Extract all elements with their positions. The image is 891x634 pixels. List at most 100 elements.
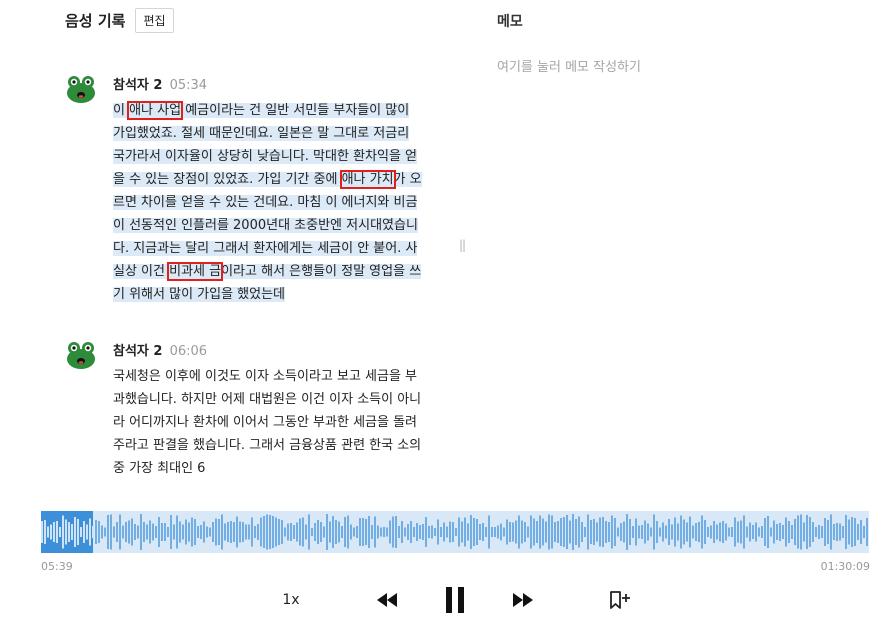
waveform-bar — [614, 518, 616, 546]
pause-button[interactable] — [440, 583, 470, 617]
rewind-button[interactable] — [372, 583, 402, 617]
audio-waveform[interactable] — [41, 511, 869, 553]
waveform-bar — [356, 526, 358, 538]
waveform-bar — [503, 527, 505, 537]
waveform-bar — [263, 516, 265, 548]
waveform-bar — [662, 522, 664, 542]
waveform-bar — [692, 525, 694, 539]
playback-speed-button[interactable]: 1x — [276, 583, 306, 617]
waveform-bar — [368, 516, 370, 548]
waveform-bar — [185, 519, 187, 545]
waveform-bar — [536, 521, 538, 543]
waveform-bar — [416, 523, 418, 541]
waveform-bar — [209, 527, 211, 537]
waveform-bar — [419, 525, 421, 539]
waveform-bar — [773, 520, 775, 544]
waveform-bar — [314, 523, 316, 541]
waveform-bar — [224, 523, 226, 541]
waveform-bar — [608, 522, 610, 542]
waveform-bar — [824, 518, 826, 546]
waveform-bar — [485, 527, 487, 537]
waveform-bar — [413, 527, 415, 537]
waveform-bar — [665, 525, 667, 539]
waveform-bar — [836, 523, 838, 541]
waveform-bar — [278, 519, 280, 545]
waveform-bar — [377, 525, 379, 539]
waveform-bar — [620, 523, 622, 541]
segment-text[interactable]: 국세청은 이후에 이것도 이자 소득이라고 보고 세금을 부과했습니다. 하지만… — [113, 365, 423, 480]
waveform-bar — [305, 524, 307, 540]
waveform-bar — [707, 527, 709, 537]
waveform-bar — [194, 519, 196, 545]
waveform-bar — [842, 526, 844, 538]
add-bookmark-button[interactable] — [604, 583, 634, 617]
speaker-line: 참석자 2 06:06 — [113, 336, 440, 362]
panel-resize-handle[interactable]: || — [459, 238, 466, 252]
highlighted-text: 가 오르면 차이를 얻을 수 있는 건데요. 마침 이 에너지와 비금이 선동적… — [113, 172, 422, 279]
waveform-bar — [569, 520, 571, 544]
waveform-bar — [242, 522, 244, 542]
edit-button[interactable]: 편집 — [135, 8, 174, 33]
transcript-segment: 참석자 2 06:06 국세청은 이후에 이것도 이자 소득이라고 보고 세금을… — [60, 336, 440, 480]
transcript-header: 음성 기록 편집 — [65, 8, 174, 33]
waveform-bar — [206, 526, 208, 538]
waveform-bar — [671, 524, 673, 540]
segment-timestamp[interactable]: 06:06 — [170, 344, 207, 359]
waveform-bar — [257, 524, 259, 540]
waveform-bar — [137, 525, 139, 539]
waveform-bar — [335, 520, 337, 544]
waveform-bar — [776, 524, 778, 540]
waveform-bar — [827, 520, 829, 544]
waveform-bar — [818, 525, 820, 539]
waveform-bar — [80, 527, 82, 537]
waveform-bar — [611, 515, 613, 549]
waveform-bar — [347, 515, 349, 549]
memo-input[interactable]: 여기를 눌러 메모 작성하기 — [497, 56, 641, 75]
waveform-bar — [626, 514, 628, 550]
waveform-bar — [425, 517, 427, 547]
waveform-bar — [56, 521, 58, 543]
waveform-bar — [548, 514, 550, 550]
waveform-bar — [680, 515, 682, 549]
waveform-bar — [686, 522, 688, 542]
waveform-bar — [98, 521, 100, 543]
waveform-bar — [515, 520, 517, 544]
waveform-bar — [740, 520, 742, 544]
transcript-title: 음성 기록 — [65, 12, 126, 30]
waveform-bar — [764, 518, 766, 546]
waveform-bar — [338, 521, 340, 543]
waveform-bar — [200, 525, 202, 539]
waveform-bar — [167, 527, 169, 537]
waveform-bar — [71, 524, 73, 540]
fast-forward-button[interactable] — [508, 583, 538, 617]
waveform-bar — [248, 524, 250, 540]
waveform-bar — [191, 517, 193, 547]
waveform-bar — [752, 525, 754, 539]
waveform-bar — [389, 520, 391, 544]
waveform-bar — [635, 518, 637, 546]
waveform-bar — [308, 514, 310, 550]
marked-keyword: 애나 가치 — [339, 170, 396, 189]
waveform-bar — [602, 517, 604, 547]
segment-text[interactable]: 이 애나 사업 예금이라는 건 일반 서민들 부자들이 많이 가입했었죠. 절세… — [113, 99, 423, 306]
waveform-bar — [296, 522, 298, 542]
waveform-bar — [797, 515, 799, 549]
waveform-bar — [116, 522, 118, 542]
waveform-bar — [581, 522, 583, 542]
waveform-bar — [803, 522, 805, 542]
waveform-bar — [509, 522, 511, 542]
waveform-bar — [110, 514, 112, 550]
speaker-line: 참석자 2 05:34 — [113, 70, 440, 96]
waveform-bar — [494, 527, 496, 537]
waveform-bar — [782, 525, 784, 539]
waveform-bar — [815, 527, 817, 537]
waveform-bar — [476, 519, 478, 545]
waveform-bar — [458, 517, 460, 547]
waveform-bar — [794, 519, 796, 545]
waveform-bar — [566, 515, 568, 549]
waveform-bar — [290, 523, 292, 541]
waveform-bar — [698, 522, 700, 542]
segment-timestamp[interactable]: 05:34 — [170, 78, 207, 93]
waveform-bar — [767, 516, 769, 548]
waveform-bar — [170, 515, 172, 549]
